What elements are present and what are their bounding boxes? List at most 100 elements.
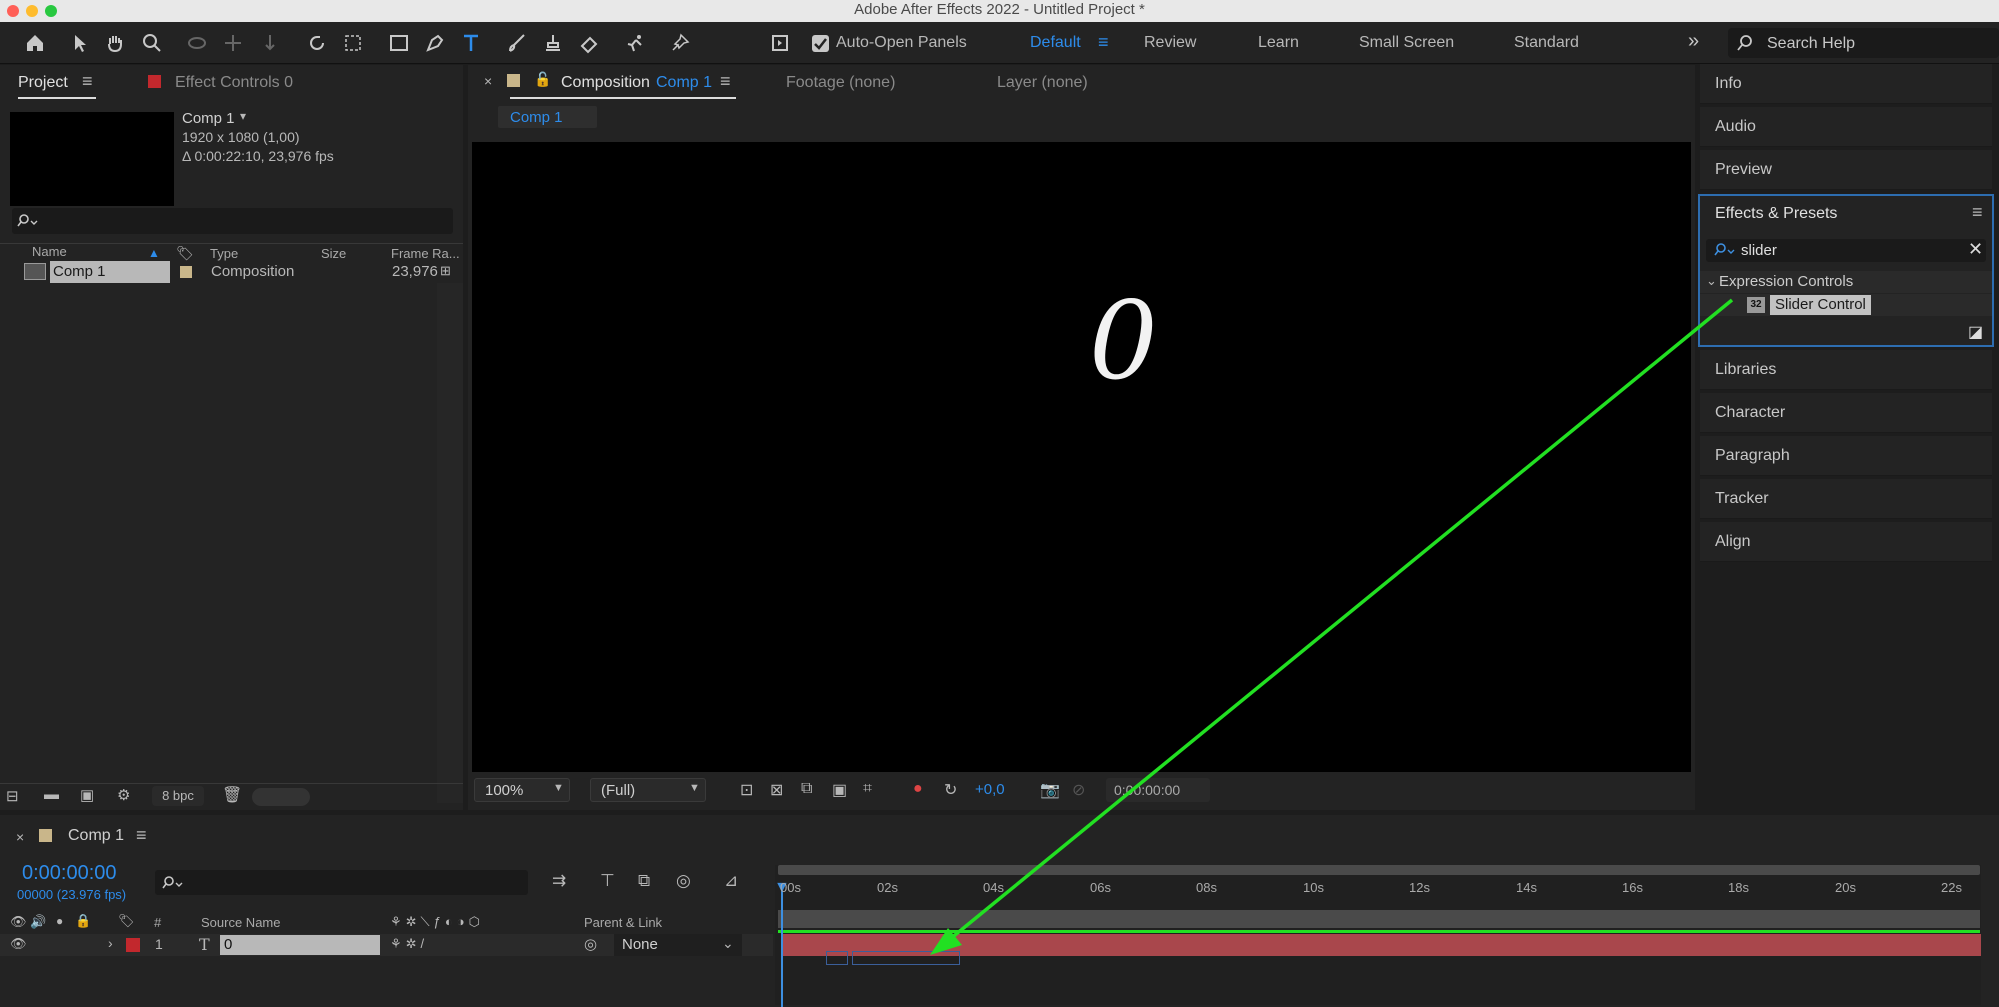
pick-whip-icon[interactable]: ◎ xyxy=(584,935,597,953)
row-label-color[interactable] xyxy=(180,266,192,278)
puppet-pin-tool-icon[interactable] xyxy=(665,28,695,58)
timeline-timecode[interactable]: 0:00:00:00 xyxy=(22,862,117,885)
anchor-point-tool-icon[interactable] xyxy=(338,28,368,58)
tracker-panel[interactable]: Tracker xyxy=(1700,479,1992,519)
region-of-interest-icon[interactable]: ▣ xyxy=(832,780,847,800)
label-tag-icon[interactable]: 🏷 xyxy=(176,245,194,262)
tab-effect-controls[interactable]: Effect Controls 0 xyxy=(175,74,293,92)
workspace-menu-icon[interactable]: ≡ xyxy=(1098,32,1109,53)
thumbnail-slider[interactable] xyxy=(252,788,310,806)
search-help-field[interactable]: Search Help xyxy=(1728,28,1999,58)
snapshot-camera-icon[interactable]: 📷 xyxy=(1040,780,1060,800)
new-composition-icon[interactable]: ▣ xyxy=(80,786,94,804)
exposure-value[interactable]: +0,0 xyxy=(975,781,1005,798)
more-workspaces-icon[interactable]: » xyxy=(1688,30,1699,53)
workspace-standard[interactable]: Standard xyxy=(1514,34,1579,52)
type-tool-icon[interactable] xyxy=(456,28,486,58)
workspace-panel-icon[interactable] xyxy=(765,28,795,58)
col-size[interactable]: Size xyxy=(321,246,346,261)
timeline-search-input[interactable] xyxy=(155,870,528,895)
color-channels-icon[interactable]: ● xyxy=(913,780,923,798)
table-row[interactable]: Comp 1 Composition 23,976 ⊞ xyxy=(0,261,463,283)
pan-camera-icon[interactable] xyxy=(218,28,248,58)
flowchart-icon[interactable]: ⊞ xyxy=(440,263,451,279)
character-panel[interactable]: Character xyxy=(1700,393,1992,433)
clear-search-icon[interactable]: ✕ xyxy=(1968,239,1983,260)
auto-open-panels-checkbox[interactable] xyxy=(812,35,829,52)
home-icon[interactable] xyxy=(20,28,50,58)
layer-label-color[interactable] xyxy=(126,938,140,952)
eraser-tool-icon[interactable] xyxy=(574,28,604,58)
show-snapshot-icon[interactable]: ⊘ xyxy=(1072,780,1085,800)
layer-duration-bar[interactable] xyxy=(781,934,1981,956)
brush-tool-icon[interactable] xyxy=(502,28,532,58)
canvas-text-layer[interactable]: 0 xyxy=(1089,288,1158,396)
panel-menu-icon[interactable]: ≡ xyxy=(82,71,93,92)
comp-mini-flowchart-icon[interactable]: ⇉ xyxy=(552,871,566,891)
rotate-tool-icon[interactable] xyxy=(302,28,332,58)
tab-project[interactable]: Project xyxy=(18,74,68,92)
close-tab-icon[interactable]: × xyxy=(484,73,492,89)
lock-icon[interactable]: 🔓 xyxy=(534,71,551,88)
solo-icon[interactable]: ● xyxy=(56,914,63,928)
zoom-dropdown[interactable]: 100% ▼ xyxy=(474,778,570,802)
sort-arrow-icon[interactable]: ▲ xyxy=(148,246,160,260)
layer-switch-values[interactable]: ⚘✲/ xyxy=(390,936,428,952)
tab-composition[interactable]: Composition xyxy=(561,74,650,92)
zoom-tool-icon[interactable] xyxy=(137,28,167,58)
effects-search-input[interactable]: slider ✕ xyxy=(1706,239,1986,262)
parent-dropdown[interactable]: None ⌄ xyxy=(614,934,742,956)
grid-guides-icon[interactable]: ⌗ xyxy=(863,780,872,798)
transparency-grid-icon[interactable]: ⊠ xyxy=(770,780,783,800)
timecode-button[interactable]: 0:00:00:00 xyxy=(1106,778,1210,802)
project-search-input[interactable] xyxy=(12,208,453,234)
effect-item-row[interactable]: 32 Slider Control xyxy=(1700,294,1992,316)
chevron-right-icon[interactable]: › xyxy=(108,935,113,951)
timeline-tab[interactable]: Comp 1 xyxy=(68,827,124,845)
minimize-window-button[interactable] xyxy=(26,5,38,17)
trash-icon[interactable]: 🗑 xyxy=(222,785,242,805)
paragraph-panel[interactable]: Paragraph xyxy=(1700,436,1992,476)
project-scrollbar[interactable] xyxy=(437,283,463,803)
layer-name-field[interactable]: 0 xyxy=(220,935,380,955)
label-tag-icon[interactable]: 🏷 xyxy=(118,913,135,929)
category-row[interactable]: ⌄ Expression Controls xyxy=(1700,271,1992,293)
comp-breadcrumb[interactable]: Comp 1 xyxy=(498,106,597,128)
col-frame-rate[interactable]: Frame Ra... xyxy=(391,246,460,261)
roto-brush-tool-icon[interactable] xyxy=(620,28,650,58)
interpret-footage-icon[interactable]: ⊟ xyxy=(6,787,19,805)
frame-blending-icon[interactable]: ⧉ xyxy=(638,871,650,891)
rectangle-tool-icon[interactable] xyxy=(384,28,414,58)
draft-3d-icon[interactable]: ⊤ xyxy=(600,871,615,891)
mask-visibility-icon[interactable]: ⧉ xyxy=(801,780,812,798)
orbit-camera-icon[interactable] xyxy=(182,28,212,58)
workspace-small-screen[interactable]: Small Screen xyxy=(1359,34,1454,52)
libraries-panel[interactable]: Libraries xyxy=(1700,350,1992,390)
workspace-review[interactable]: Review xyxy=(1144,34,1196,52)
close-window-button[interactable] xyxy=(7,5,19,17)
selection-tool-icon[interactable] xyxy=(65,28,95,58)
resolution-dropdown[interactable]: (Full) ▼ xyxy=(590,778,706,802)
eye-icon[interactable]: 👁 xyxy=(10,936,27,952)
dolly-camera-icon[interactable] xyxy=(255,28,285,58)
lock-icon[interactable]: 🔒 xyxy=(75,913,91,929)
new-preset-icon[interactable]: ◪ xyxy=(1968,322,1983,342)
reset-exposure-icon[interactable]: ↻ xyxy=(944,780,957,800)
col-source-name[interactable]: Source Name xyxy=(201,915,280,930)
align-panel[interactable]: Align xyxy=(1700,522,1992,562)
graph-editor-icon[interactable]: ⊿ xyxy=(724,871,738,891)
layer-row[interactable]: 👁 › 1 T 0 ⚘✲/ ◎ None ⌄ xyxy=(0,934,773,956)
col-parent-link[interactable]: Parent & Link xyxy=(584,915,662,930)
panel-menu-icon[interactable]: ≡ xyxy=(1972,202,1983,223)
dropdown-arrow-icon[interactable]: ▾ xyxy=(240,109,246,123)
viewer-canvas[interactable]: 0 xyxy=(472,142,1691,772)
panel-menu-icon[interactable]: ≡ xyxy=(136,825,147,846)
project-settings-icon[interactable]: ⚙ xyxy=(117,786,130,804)
motion-blur-icon[interactable]: ◎ xyxy=(676,871,691,891)
bpc-button[interactable]: 8 bpc xyxy=(152,786,204,806)
chevron-down-icon[interactable]: ⌄ xyxy=(1706,273,1717,289)
close-tab-icon[interactable]: × xyxy=(16,829,24,845)
tab-layer[interactable]: Layer (none) xyxy=(997,74,1088,92)
clone-stamp-tool-icon[interactable] xyxy=(538,28,568,58)
video-switch-icon[interactable]: 👁 xyxy=(10,914,27,930)
